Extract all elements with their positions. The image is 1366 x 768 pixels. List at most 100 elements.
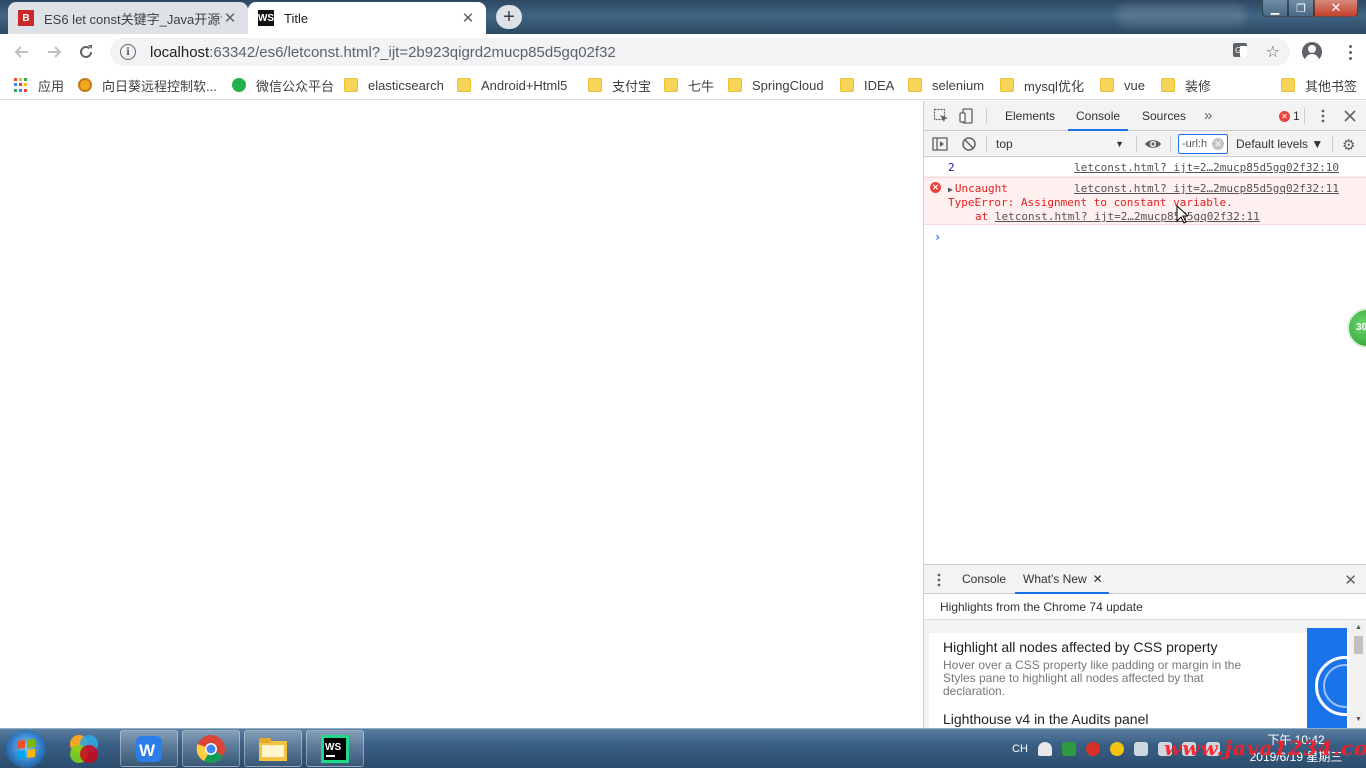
error-stack-line: at letconst.html? ijt=2…2mucp85d5gq02f32… — [975, 210, 1260, 223]
notification-bell-icon[interactable] — [1037, 742, 1052, 756]
update-plus-icon[interactable] — [1109, 742, 1124, 756]
console-prompt[interactable]: › — [934, 230, 941, 244]
stack-source-link[interactable]: letconst.html? ijt=2…2mucp85d5gq02f32:11 — [995, 210, 1260, 223]
device-toolbar-icon[interactable] — [959, 108, 975, 124]
address-bar[interactable]: i localhost:63342/es6/letconst.html?_ijt… — [110, 38, 1290, 66]
scroll-down-icon[interactable]: ▼ — [1351, 714, 1366, 726]
live-expression-eye-icon[interactable] — [1144, 136, 1162, 155]
devtools-drawer-tabbar: Console What's New ✕ ✕ — [924, 564, 1366, 594]
tab-elements[interactable]: Elements — [997, 101, 1063, 131]
bookmark-folder-qiniu[interactable]: 七牛 — [664, 76, 714, 94]
wechat-icon — [232, 78, 246, 92]
chrome-app-icon[interactable] — [182, 730, 240, 767]
folder-icon — [1161, 78, 1175, 92]
devtools-panel: Elements Console Sources » ✕ 1 top ▼ -ur… — [923, 101, 1366, 728]
close-drawer-icon[interactable]: ✕ — [1344, 571, 1357, 589]
star-icon[interactable]: ☆ — [1266, 42, 1280, 63]
bookmark-folder-vue[interactable]: vue — [1100, 76, 1145, 94]
bookmark-label: IDEA — [864, 77, 895, 93]
security-shield-icon[interactable] — [1061, 742, 1076, 756]
svg-text:W: W — [139, 741, 156, 760]
console-filter-input[interactable]: -url:h ✕ — [1178, 134, 1228, 154]
bookmark-folder-decoration[interactable]: 装修 — [1161, 76, 1211, 94]
inspect-element-icon[interactable] — [933, 108, 949, 124]
maximize-button[interactable]: ❐ — [1288, 0, 1314, 17]
close-icon[interactable]: ✕ — [460, 9, 476, 27]
log-levels-dropdown[interactable]: Default levels ▼ — [1236, 135, 1323, 153]
pinwheel-app-icon[interactable] — [58, 730, 110, 767]
close-window-button[interactable]: ✕ — [1314, 0, 1358, 17]
drawer-tab-console[interactable]: Console — [954, 565, 1014, 594]
feature-description: Hover over a CSS property like padding o… — [943, 658, 1242, 698]
bookmark-apps[interactable]: 应用 — [14, 76, 64, 94]
error-source-link[interactable]: letconst.html? ijt=2…2mucp85d5gq02f32:11 — [1074, 182, 1339, 195]
bookmark-label: 应用 — [38, 78, 65, 94]
drawer-scrollbar[interactable]: ▲ ▼ — [1351, 620, 1366, 728]
site-watermark: www.java1234.com — [1164, 736, 1366, 760]
log-source-link[interactable]: letconst.html? ijt=2…2mucp85d5gq02f32:10 — [1074, 161, 1339, 174]
translate-icon[interactable]: G — [1232, 42, 1248, 63]
network-icon[interactable] — [1133, 742, 1148, 756]
bookmark-wechat[interactable]: 微信公众平台 — [232, 76, 334, 94]
close-tab-icon[interactable]: ✕ — [1093, 565, 1103, 594]
error-counter[interactable]: ✕ 1 — [1279, 109, 1300, 123]
close-icon[interactable]: ✕ — [222, 9, 238, 27]
devtools-menu-icon[interactable] — [1315, 108, 1331, 124]
log-value: 2 — [948, 161, 955, 174]
bookmark-sunflower[interactable]: 向日葵远程控制软... — [78, 76, 217, 94]
bookmark-folder-elasticsearch[interactable]: elasticsearch — [344, 76, 444, 94]
folder-icon — [728, 78, 742, 92]
browser-tab-title[interactable]: WS Title ✕ — [248, 2, 486, 34]
folder-icon — [588, 78, 602, 92]
console-output: 2 letconst.html? ijt=2…2mucp85d5gq02f32:… — [924, 157, 1366, 564]
svg-text:G: G — [1235, 46, 1241, 55]
console-sidebar-icon[interactable] — [932, 136, 948, 155]
info-icon[interactable]: i — [120, 44, 136, 60]
error-icon: ✕ — [1279, 110, 1290, 122]
drawer-tab-whats-new[interactable]: What's New ✕ — [1015, 565, 1109, 594]
bookmark-folder-idea[interactable]: IDEA — [840, 76, 894, 94]
reload-icon[interactable] — [74, 40, 98, 64]
error-expand-toggle[interactable]: ▶ Uncaught — [948, 182, 1008, 195]
bookmark-folder-springcloud[interactable]: SpringCloud — [728, 76, 824, 94]
feature-title[interactable]: Lighthouse v4 in the Audits panel — [943, 711, 1149, 727]
file-explorer-app-icon[interactable] — [244, 730, 302, 767]
antivirus-icon[interactable] — [1085, 742, 1100, 756]
minimize-button[interactable]: ▁ — [1262, 0, 1288, 17]
tab-sources[interactable]: Sources — [1134, 101, 1194, 131]
start-button[interactable] — [6, 730, 46, 768]
bookmark-folder-alipay[interactable]: 支付宝 — [588, 76, 651, 94]
bookmark-label: 向日葵远程控制软... — [102, 78, 217, 94]
input-language-indicator[interactable]: CH — [1012, 743, 1028, 755]
context-selector[interactable]: top ▼ — [990, 135, 1130, 153]
tab-console[interactable]: Console — [1068, 101, 1129, 131]
more-tabs-button[interactable]: » — [1196, 101, 1220, 131]
bookmark-folder-other[interactable]: 其他书签 — [1281, 76, 1357, 94]
bookmark-folder-android[interactable]: Android+Html5 — [457, 76, 567, 94]
new-tab-button[interactable]: + — [496, 5, 522, 29]
menu-icon[interactable] — [1340, 42, 1360, 62]
bookmark-folder-mysql[interactable]: mysql优化 — [1000, 76, 1084, 94]
clear-filter-icon[interactable]: ✕ — [1212, 138, 1224, 150]
scroll-up-icon[interactable]: ▲ — [1351, 622, 1366, 634]
feature-illustration — [1307, 628, 1347, 728]
feature-title[interactable]: Highlight all nodes affected by CSS prop… — [943, 639, 1217, 655]
drawer-menu-icon[interactable] — [936, 572, 942, 591]
back-icon[interactable] — [10, 40, 34, 64]
clear-console-icon[interactable] — [961, 136, 977, 155]
webstorm-app-icon[interactable]: WS — [306, 730, 364, 767]
apps-grid-icon — [14, 78, 28, 92]
bookmark-label: SpringCloud — [752, 77, 824, 93]
scroll-thumb[interactable] — [1354, 636, 1363, 654]
wps-app-icon[interactable]: W — [120, 730, 178, 767]
whats-new-card: Highlight all nodes affected by CSS prop… — [929, 633, 1349, 728]
console-settings-gear-icon[interactable]: ⚙ — [1342, 136, 1355, 154]
url-text[interactable]: localhost:63342/es6/letconst.html?_ijt=2… — [150, 44, 616, 61]
close-devtools-icon[interactable] — [1342, 108, 1358, 124]
bookmark-folder-selenium[interactable]: selenium — [908, 76, 984, 94]
forward-icon[interactable] — [42, 40, 66, 64]
whats-new-header: Highlights from the Chrome 74 update — [924, 594, 1366, 620]
whats-new-body: Highlight all nodes affected by CSS prop… — [924, 620, 1366, 728]
account-icon[interactable] — [1302, 42, 1322, 62]
browser-tab-es6[interactable]: B ES6 let const关键字_Java开源博 ✕ — [8, 2, 248, 34]
